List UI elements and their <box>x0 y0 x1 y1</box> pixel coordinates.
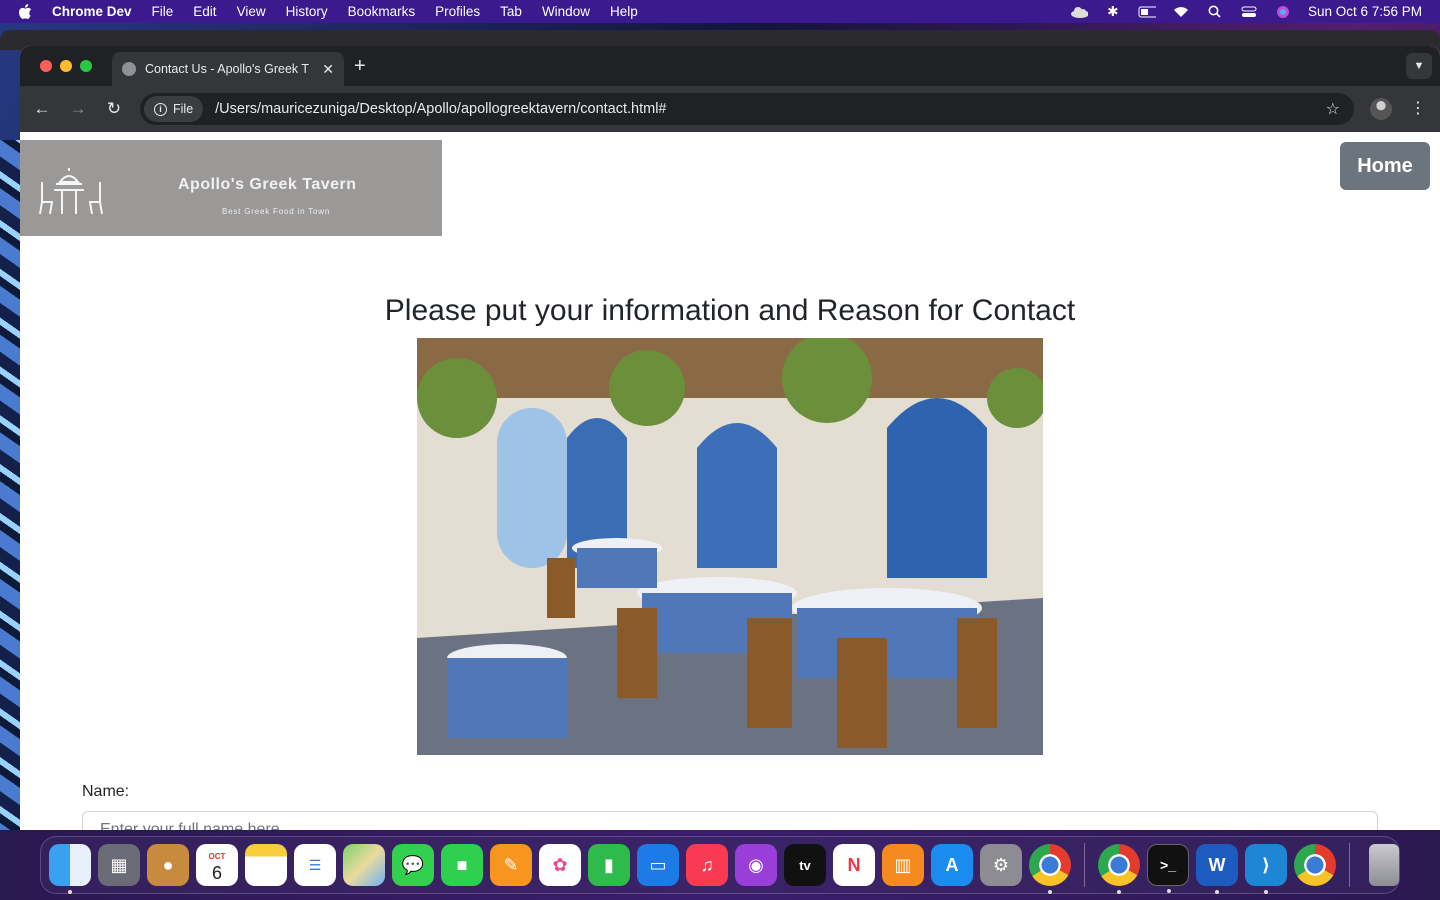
dock-trash-icon[interactable] <box>1369 844 1399 886</box>
dock-terminal-icon[interactable]: >_ <box>1147 844 1189 893</box>
spotlight-search-icon[interactable] <box>1206 5 1224 19</box>
browser-window: Contact Us - Apollo's Greek T ✕ + ▼ ← → … <box>20 46 1440 830</box>
dock-calendar-icon[interactable]: OCT 6 <box>196 844 238 886</box>
profile-avatar[interactable] <box>1370 98 1392 120</box>
dock-system-settings-icon[interactable]: ⚙ <box>980 844 1022 886</box>
tab-close-icon[interactable]: ✕ <box>322 61 334 78</box>
apple-menu-icon[interactable] <box>18 3 32 20</box>
dock-news-icon[interactable]: N <box>833 844 875 886</box>
dock-podcasts-icon[interactable]: ◉ <box>735 844 777 886</box>
dock-facetime-icon[interactable]: ■ <box>441 844 483 886</box>
battery-icon[interactable] <box>1138 5 1156 19</box>
control-center-icon[interactable] <box>1240 5 1258 19</box>
menu-window[interactable]: Window <box>542 4 590 19</box>
siri-icon[interactable] <box>1274 5 1292 19</box>
tab-title: Contact Us - Apollo's Greek T <box>145 62 310 76</box>
url-text[interactable]: /Users/mauricezuniga/Desktop/Apollo/apol… <box>215 101 666 117</box>
dock-separator <box>1349 843 1350 887</box>
menu-edit[interactable]: Edit <box>193 4 216 19</box>
wifi-icon[interactable] <box>1172 5 1190 19</box>
dock-photos-icon[interactable]: ✿ <box>539 844 581 886</box>
restaurant-photo <box>417 338 1043 755</box>
zoom-window-button[interactable] <box>80 60 92 72</box>
dock-keynote-icon[interactable]: ▭ <box>637 844 679 886</box>
dock-word-icon[interactable]: W <box>1196 844 1238 894</box>
window-controls <box>40 60 92 72</box>
home-button[interactable]: Home <box>1340 142 1430 190</box>
menu-history[interactable]: History <box>286 4 328 19</box>
table-chairs-icon <box>39 168 103 215</box>
bluetooth-icon[interactable]: ✱ <box>1104 4 1122 19</box>
dock-finder-icon[interactable] <box>49 844 91 894</box>
dock-reminders-icon[interactable]: ☰ <box>294 844 336 886</box>
dock-music-icon[interactable]: ♫ <box>686 844 728 886</box>
menu-help[interactable]: Help <box>610 4 638 19</box>
logo-brand-text: Apollo's Greek Tavern <box>178 176 357 193</box>
address-bar[interactable]: i File /Users/mauricezuniga/Desktop/Apol… <box>140 93 1354 125</box>
calendar-day: 6 <box>211 863 222 883</box>
new-tab-button[interactable]: + <box>354 56 366 76</box>
dock-chrome-canary-icon[interactable] <box>1294 844 1336 886</box>
site-info-chip[interactable]: i File <box>144 96 204 122</box>
forward-arrow-icon[interactable]: → <box>60 99 96 119</box>
dock-numbers-icon[interactable]: ▮ <box>588 844 630 886</box>
menu-tab[interactable]: Tab <box>500 4 522 19</box>
site-logo[interactable]: Apollo's Greek Tavern Best Greek Food in… <box>20 140 442 236</box>
dock-tv-icon[interactable]: tv <box>784 844 826 886</box>
menu-file[interactable]: File <box>152 4 174 19</box>
logo-tagline: Best Greek Food in Town <box>222 207 331 216</box>
browser-toolbar: ← → ↻ i File /Users/mauricezuniga/Deskto… <box>20 86 1440 132</box>
dock-chrome-icon[interactable] <box>1029 844 1071 894</box>
menu-clock[interactable]: Sun Oct 6 7:56 PM <box>1308 4 1422 19</box>
dock-app-store-icon[interactable]: A <box>931 844 973 886</box>
minimize-window-button[interactable] <box>60 60 72 72</box>
reload-icon[interactable]: ↻ <box>96 99 132 119</box>
dock-contacts-icon[interactable]: ● <box>147 844 189 886</box>
tab-strip: Contact Us - Apollo's Greek T ✕ + ▼ <box>20 46 1440 86</box>
name-input[interactable] <box>82 811 1378 830</box>
dock-maps-icon[interactable] <box>343 844 385 886</box>
dock-messages-icon[interactable]: 💬 <box>392 844 434 886</box>
site-info-label: File <box>173 102 194 116</box>
menu-view[interactable]: View <box>237 4 266 19</box>
tab-contact-us[interactable]: Contact Us - Apollo's Greek T ✕ <box>112 52 344 86</box>
globe-icon <box>122 62 136 76</box>
info-icon: i <box>154 102 167 116</box>
dock-vscode-icon[interactable]: ⟩ <box>1245 844 1287 894</box>
menu-app-name[interactable]: Chrome Dev <box>52 4 132 19</box>
close-window-button[interactable] <box>40 60 52 72</box>
dock-notes-icon[interactable] <box>245 844 287 886</box>
macos-menu-bar: Chrome Dev File Edit View History Bookma… <box>0 0 1440 23</box>
macos-dock: ▦ ● OCT 6 ☰ 💬 ■ ✎ ✿ ▮ ▭ ♫ ◉ tv N ▥ A ⚙ >… <box>40 836 1400 894</box>
dock-launchpad-icon[interactable]: ▦ <box>98 844 140 886</box>
dock-separator <box>1084 843 1085 887</box>
dock-chrome-dev-icon[interactable] <box>1098 844 1140 894</box>
page-content: Apollo's Greek Tavern Best Greek Food in… <box>20 132 1440 830</box>
menu-bookmarks[interactable]: Bookmarks <box>348 4 416 19</box>
tab-search-chevron-icon[interactable]: ▼ <box>1406 53 1432 79</box>
page-title: Please put your information and Reason f… <box>384 294 1076 327</box>
more-menu-icon[interactable]: ⋮ <box>1410 98 1426 118</box>
dock-pages-icon[interactable]: ✎ <box>490 844 532 886</box>
name-label: Name: <box>82 783 130 800</box>
icloud-icon[interactable] <box>1070 5 1088 19</box>
back-arrow-icon[interactable]: ← <box>24 99 60 119</box>
menu-profiles[interactable]: Profiles <box>435 4 480 19</box>
dock-books-icon[interactable]: ▥ <box>882 844 924 886</box>
bookmark-star-icon[interactable]: ☆ <box>1326 99 1340 119</box>
